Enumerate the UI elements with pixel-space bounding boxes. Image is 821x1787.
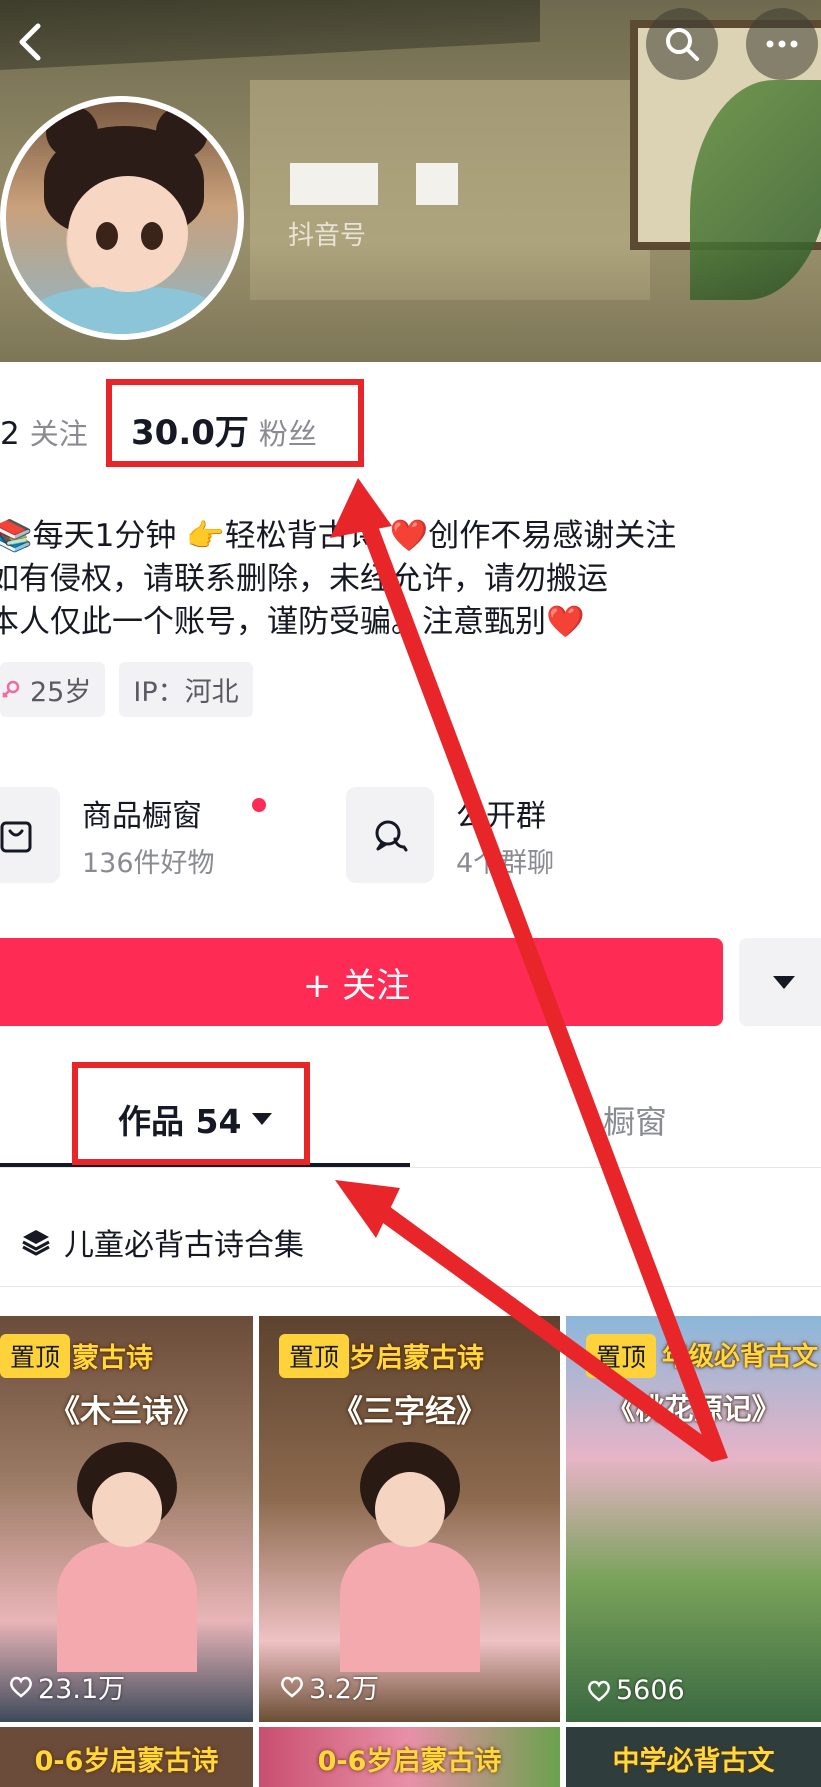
public-group-entry[interactable]: 公开群 4个群聊 — [346, 785, 554, 885]
back-button[interactable] — [8, 18, 56, 66]
video-card[interactable]: 0-6岁启蒙古诗 — [0, 1727, 253, 1787]
nickname-redacted — [290, 163, 458, 205]
profile-header-background: 抖音号 — [0, 0, 821, 362]
collection-divider — [0, 1286, 821, 1287]
shop-icon-box — [0, 787, 60, 883]
female-icon — [2, 680, 20, 698]
bio-line: 如有侵权，请联系删除，未经允许，请勿搬运 — [0, 561, 608, 597]
following-stat[interactable]: 2 关注 — [0, 411, 88, 453]
video-card[interactable]: 中学必背古文 — [566, 1727, 821, 1787]
shop-subtitle: 136件好物 — [82, 847, 215, 879]
header-roof-decoration — [0, 0, 540, 70]
fans-highlight-box — [106, 379, 364, 467]
video-series-title: 0-6岁启蒙古诗 — [317, 1746, 502, 1777]
video-likes: 23.1万 — [8, 1667, 125, 1706]
following-label: 关注 — [29, 417, 88, 451]
video-series-title: 中学必背古文 — [612, 1746, 775, 1777]
video-likes: 5606 — [586, 1675, 685, 1706]
video-card[interactable]: 年级必背古文 《桃花源记》 置顶 5606 — [566, 1316, 821, 1722]
age-tag: 25岁 — [0, 662, 106, 717]
heart-outline-icon — [10, 1676, 32, 1698]
video-thumbnail-figure — [47, 1442, 207, 1672]
tab-window[interactable]: 橱窗 — [603, 1097, 667, 1143]
video-title: 《三字经》 — [332, 1394, 487, 1430]
video-card[interactable]: 岁启蒙古诗 《木兰诗》 置顶 23.1万 — [0, 1316, 253, 1722]
group-icon-box — [346, 787, 434, 883]
more-button[interactable] — [746, 8, 818, 80]
bio-line: 📚每天1分钟 👉轻松背古诗 ❤️创作不易感谢关注 — [0, 518, 677, 554]
douyin-id-label: 抖音号 — [288, 221, 367, 251]
video-likes: 3.2万 — [279, 1667, 379, 1706]
video-thumbnail-figure — [330, 1442, 490, 1672]
layers-icon — [22, 1230, 50, 1256]
avatar[interactable] — [0, 96, 244, 340]
heart-outline-icon — [281, 1676, 303, 1698]
video-series-title: 岁启蒙古诗 — [349, 1343, 484, 1374]
works-highlight-box — [72, 1062, 310, 1165]
ip-tag: IP：河北 — [119, 662, 253, 717]
bio-line: 本人仅此一个账号，谨防受骗。注意甄别❤️ — [0, 604, 585, 640]
caret-down-icon — [773, 976, 795, 989]
pinned-badge: 置顶 — [0, 1334, 71, 1378]
video-card[interactable]: 0-6岁启蒙古诗 — [259, 1727, 560, 1787]
pinned-badge: 置顶 — [586, 1334, 657, 1378]
search-icon — [666, 28, 699, 61]
group-title: 公开群 — [456, 798, 546, 834]
chat-bubbles-icon — [375, 820, 408, 852]
more-dots-icon — [766, 40, 798, 48]
following-count: 2 — [0, 416, 20, 452]
collection-entry[interactable]: 儿童必背古诗合集 — [20, 1220, 304, 1264]
notification-dot — [252, 798, 266, 812]
group-subtitle: 4个群聊 — [456, 847, 555, 879]
heart-outline-icon — [588, 1680, 610, 1702]
shopping-bag-icon — [0, 821, 32, 853]
shop-window-entry[interactable]: 商品橱窗 136件好物 — [0, 785, 215, 885]
bio: 📚每天1分钟 👉轻松背古诗 ❤️创作不易感谢关注 如有侵权，请联系删除，未经允许… — [0, 515, 821, 644]
profile-tags: 25岁 IP：河北 — [0, 662, 253, 717]
follow-more-button[interactable] — [739, 938, 821, 1026]
search-button[interactable] — [646, 8, 718, 80]
video-series-title: 0-6岁启蒙古诗 — [34, 1746, 219, 1777]
shop-title: 商品橱窗 — [82, 798, 202, 834]
video-series-title: 年级必背古文 — [662, 1342, 819, 1372]
pinned-badge: 置顶 — [279, 1334, 350, 1378]
video-title: 《桃花源记》 — [606, 1392, 781, 1426]
video-title: 《木兰诗》 — [49, 1394, 204, 1430]
tab-divider — [0, 1167, 821, 1168]
video-card[interactable]: 岁启蒙古诗 《三字经》 置顶 3.2万 — [259, 1316, 560, 1722]
collection-label: 儿童必背古诗合集 — [64, 1228, 304, 1263]
follow-button[interactable]: + 关注 — [0, 938, 723, 1026]
chevron-left-icon — [19, 23, 41, 61]
